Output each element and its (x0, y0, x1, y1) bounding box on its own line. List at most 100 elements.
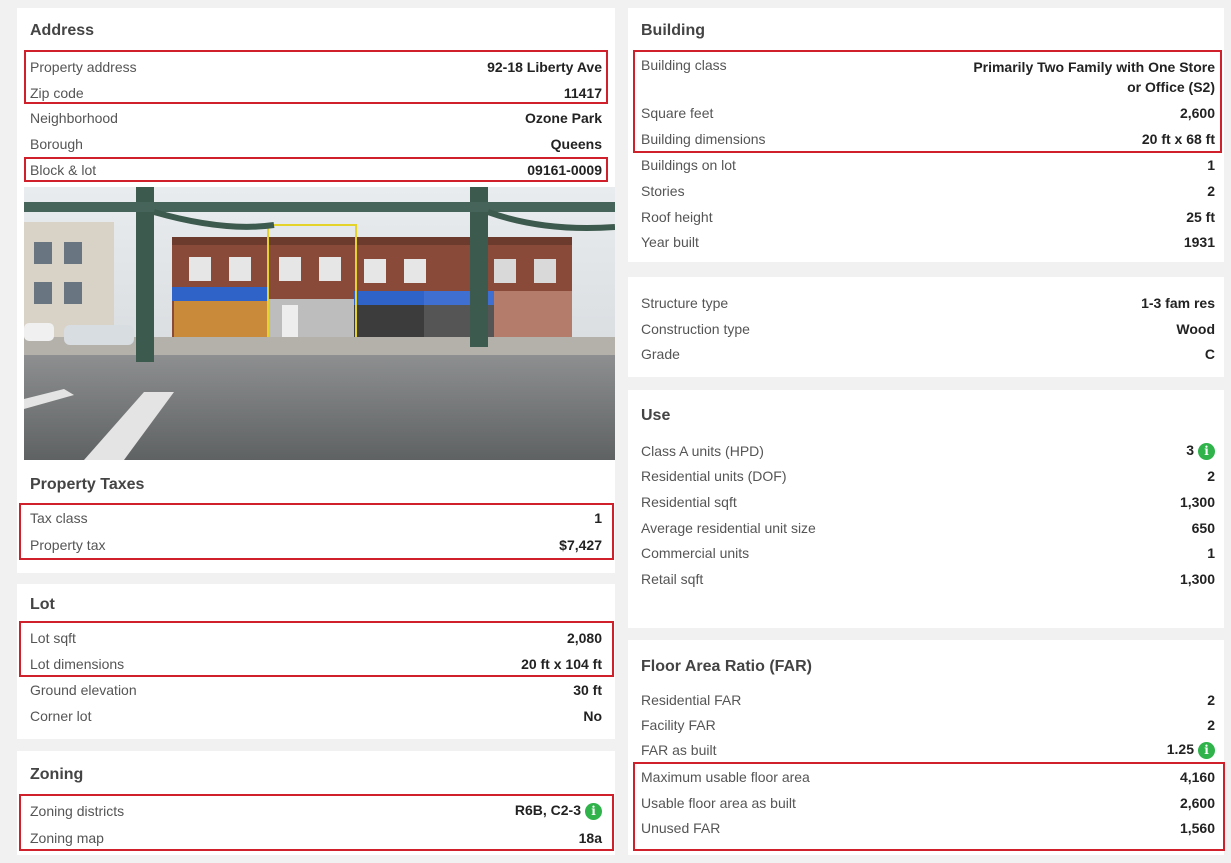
roof-height-row: Roof height 25 ft (641, 207, 1215, 227)
construction-type-value: Wood (1176, 321, 1215, 337)
property-address-label: Property address (30, 59, 137, 75)
far-title: Floor Area Ratio (FAR) (641, 658, 812, 675)
residential-sqft-value: 1,300 (1179, 494, 1215, 510)
usable-floor-area-built-label: Usable floor area as built (641, 795, 796, 811)
structure-type-row: Structure type 1-3 fam res (641, 293, 1215, 313)
residential-far-value: 2 (1207, 692, 1215, 708)
lot-dimensions-row: Lot dimensions 20 ft x 104 ft (30, 654, 602, 674)
far-as-built-row: FAR as built 1.25 i (641, 740, 1215, 760)
buildings-on-lot-label: Buildings on lot (641, 157, 736, 173)
zoning-map-label: Zoning map (30, 830, 104, 846)
building-class-label: Building class (641, 57, 727, 73)
property-tax-row: Property tax $7,427 (30, 535, 602, 555)
year-built-row: Year built 1931 (641, 232, 1215, 252)
block-lot-value: 09161-0009 (527, 162, 602, 178)
unused-far-label: Unused FAR (641, 820, 721, 836)
ground-elevation-value: 30 ft (573, 682, 602, 698)
grade-row: Grade C (641, 344, 1215, 364)
far-as-built-label: FAR as built (641, 742, 717, 758)
lot-sqft-label: Lot sqft (30, 630, 76, 646)
corner-lot-label: Corner lot (30, 708, 92, 724)
year-built-value: 1931 (1183, 234, 1215, 250)
zoning-districts-row: Zoning districts R6B, C2-3 i (30, 801, 602, 821)
property-tax-value: $7,427 (559, 537, 602, 553)
block-lot-row: Block & lot 09161-0009 (30, 160, 602, 180)
residential-units-value: 2 (1207, 468, 1215, 484)
borough-row: Borough Queens (30, 134, 602, 154)
zoning-districts-label: Zoning districts (30, 803, 125, 819)
class-a-units-label: Class A units (HPD) (641, 443, 764, 459)
grade-label: Grade (641, 346, 680, 362)
far-as-built-value: 1.25 (1166, 741, 1194, 758)
property-tax-label: Property tax (30, 537, 106, 553)
building-title: Building (641, 22, 705, 39)
borough-label: Borough (30, 136, 83, 152)
stories-row: Stories 2 (641, 181, 1215, 201)
retail-sqft-row: Retail sqft 1,300 (641, 569, 1215, 589)
unused-far-row: Unused FAR 1,560 (641, 818, 1215, 838)
building-class-value-line1: Primarily Two Family with One Store (973, 59, 1215, 75)
max-usable-floor-area-label: Maximum usable floor area (641, 769, 810, 785)
block-lot-label: Block & lot (30, 162, 97, 178)
building-dimensions-value: 20 ft x 68 ft (1141, 131, 1215, 147)
avg-unit-size-value: 650 (1191, 520, 1215, 536)
corner-lot-value: No (583, 708, 602, 724)
lot-title: Lot (30, 596, 55, 613)
neighborhood-label: Neighborhood (30, 110, 118, 126)
retail-sqft-label: Retail sqft (641, 571, 704, 587)
facility-far-row: Facility FAR 2 (641, 715, 1215, 735)
residential-units-row: Residential units (DOF) 2 (641, 466, 1215, 486)
buildings-on-lot-row: Buildings on lot 1 (641, 155, 1215, 175)
stories-value: 2 (1207, 183, 1215, 199)
zip-code-label: Zip code (30, 85, 84, 101)
commercial-units-label: Commercial units (641, 545, 750, 561)
building-class-value-line2: or Office (S2) (1127, 79, 1215, 95)
year-built-label: Year built (641, 234, 699, 250)
class-a-units-value: 3 (1186, 442, 1194, 459)
lot-dimensions-label: Lot dimensions (30, 656, 125, 672)
usable-floor-area-built-value: 2,600 (1179, 795, 1215, 811)
far-as-built-value-wrap: 1.25 i (1167, 741, 1215, 759)
structure-type-label: Structure type (641, 295, 729, 311)
roof-height-label: Roof height (641, 209, 713, 225)
usable-floor-area-built-row: Usable floor area as built 2,600 (641, 793, 1215, 813)
lot-sqft-row: Lot sqft 2,080 (30, 628, 602, 648)
construction-type-row: Construction type Wood (641, 319, 1215, 339)
lot-dimensions-value: 20 ft x 104 ft (521, 656, 602, 672)
residential-far-row: Residential FAR 2 (641, 690, 1215, 710)
zip-code-row: Zip code 11417 (30, 83, 602, 103)
retail-sqft-value: 1,300 (1179, 571, 1215, 587)
max-usable-floor-area-value: 4,160 (1179, 769, 1215, 785)
residential-sqft-label: Residential sqft (641, 494, 737, 510)
info-icon[interactable]: i (585, 802, 602, 820)
building-dimensions-label: Building dimensions (641, 131, 766, 147)
property-address-row: Property address 92-18 Liberty Ave (30, 57, 602, 77)
avg-unit-size-label: Average residential unit size (641, 520, 816, 536)
square-feet-value: 2,600 (1179, 105, 1215, 121)
info-icon[interactable]: i (1198, 741, 1215, 759)
avg-unit-size-row: Average residential unit size 650 (641, 518, 1215, 538)
zoning-districts-value-wrap: R6B, C2-3 i (515, 802, 602, 820)
use-title: Use (641, 407, 671, 424)
unused-far-value: 1,560 (1179, 820, 1215, 836)
street-view-illustration (24, 187, 615, 460)
facility-far-value: 2 (1207, 717, 1215, 733)
zoning-map-link[interactable]: 18a (579, 830, 602, 846)
info-icon[interactable]: i (1198, 442, 1215, 460)
tax-class-value: 1 (594, 510, 602, 526)
max-usable-floor-area-row: Maximum usable floor area 4,160 (641, 767, 1215, 787)
building-dimensions-row: Building dimensions 20 ft x 68 ft (641, 129, 1215, 149)
zip-code-value: 11417 (563, 85, 602, 101)
neighborhood-row: Neighborhood Ozone Park (30, 108, 602, 128)
zoning-map-row: Zoning map 18a (30, 828, 602, 848)
square-feet-label: Square feet (641, 105, 714, 121)
class-a-units-value-wrap: 3i (1186, 442, 1215, 460)
ground-elevation-row: Ground elevation 30 ft (30, 680, 602, 700)
stories-label: Stories (641, 183, 685, 199)
construction-type-label: Construction type (641, 321, 750, 337)
residential-units-label: Residential units (DOF) (641, 468, 787, 484)
zoning-districts-value: R6B, C2-3 (514, 802, 581, 819)
address-title: Address (30, 22, 95, 39)
building-class-value: Primarily Two Family with One Store or O… (973, 57, 1215, 97)
borough-value: Queens (550, 136, 602, 152)
